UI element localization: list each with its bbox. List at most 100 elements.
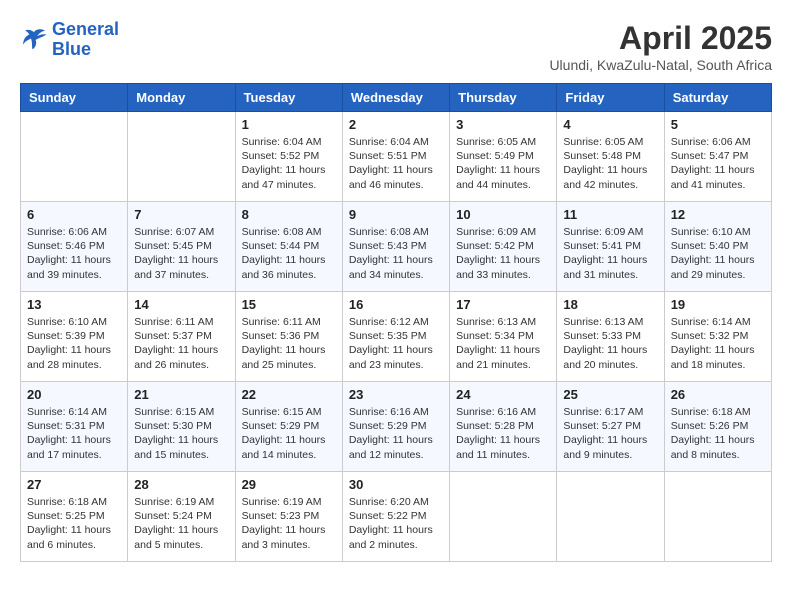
day-info: Sunrise: 6:19 AM Sunset: 5:23 PM Dayligh…	[242, 495, 336, 552]
calendar-cell: 29 Sunrise: 6:19 AM Sunset: 5:23 PM Dayli…	[235, 472, 342, 562]
header-cell-thursday: Thursday	[450, 84, 557, 112]
day-number: 25	[563, 387, 657, 402]
day-info: Sunrise: 6:11 AM Sunset: 5:36 PM Dayligh…	[242, 315, 336, 372]
calendar-cell	[450, 472, 557, 562]
calendar-cell: 11 Sunrise: 6:09 AM Sunset: 5:41 PM Dayli…	[557, 202, 664, 292]
day-number: 27	[27, 477, 121, 492]
day-number: 19	[671, 297, 765, 312]
calendar-cell: 10Sunrise: 6:09 AM Sunset: 5:42 PM Dayli…	[450, 202, 557, 292]
day-number: 2	[349, 117, 443, 132]
logo-bird-icon	[20, 26, 48, 54]
day-number: 24	[456, 387, 550, 402]
day-info: Sunrise: 6:13 AM Sunset: 5:34 PM Dayligh…	[456, 315, 550, 372]
day-number: 17	[456, 297, 550, 312]
day-number: 7	[134, 207, 228, 222]
day-info: Sunrise: 6:10 AM Sunset: 5:39 PM Dayligh…	[27, 315, 121, 372]
calendar-cell	[557, 472, 664, 562]
day-info: Sunrise: 6:15 AM Sunset: 5:30 PM Dayligh…	[134, 405, 228, 462]
day-number: 1	[242, 117, 336, 132]
day-info: Sunrise: 6:11 AM Sunset: 5:37 PM Dayligh…	[134, 315, 228, 372]
day-number: 15	[242, 297, 336, 312]
day-number: 20	[27, 387, 121, 402]
header-cell-tuesday: Tuesday	[235, 84, 342, 112]
day-number: 30	[349, 477, 443, 492]
day-number: 26	[671, 387, 765, 402]
header-row: SundayMondayTuesdayWednesdayThursdayFrid…	[21, 84, 772, 112]
calendar-cell: 20 Sunrise: 6:14 AM Sunset: 5:31 PM Dayli…	[21, 382, 128, 472]
day-info: Sunrise: 6:18 AM Sunset: 5:25 PM Dayligh…	[27, 495, 121, 552]
calendar-cell: 4Sunrise: 6:05 AM Sunset: 5:48 PM Daylig…	[557, 112, 664, 202]
calendar-body: 1Sunrise: 6:04 AM Sunset: 5:52 PM Daylig…	[21, 112, 772, 562]
day-info: Sunrise: 6:06 AM Sunset: 5:46 PM Dayligh…	[27, 225, 121, 282]
calendar-cell: 30 Sunrise: 6:20 AM Sunset: 5:22 PM Dayli…	[342, 472, 449, 562]
day-info: Sunrise: 6:14 AM Sunset: 5:31 PM Dayligh…	[27, 405, 121, 462]
day-number: 6	[27, 207, 121, 222]
header-cell-friday: Friday	[557, 84, 664, 112]
calendar-week-5: 27 Sunrise: 6:18 AM Sunset: 5:25 PM Dayli…	[21, 472, 772, 562]
calendar-table: SundayMondayTuesdayWednesdayThursdayFrid…	[20, 83, 772, 562]
calendar-cell: 14 Sunrise: 6:11 AM Sunset: 5:37 PM Dayli…	[128, 292, 235, 382]
day-info: Sunrise: 6:05 AM Sunset: 5:48 PM Dayligh…	[563, 135, 657, 192]
calendar-cell: 1Sunrise: 6:04 AM Sunset: 5:52 PM Daylig…	[235, 112, 342, 202]
day-info: Sunrise: 6:20 AM Sunset: 5:22 PM Dayligh…	[349, 495, 443, 552]
day-number: 22	[242, 387, 336, 402]
calendar-cell: 26 Sunrise: 6:18 AM Sunset: 5:26 PM Dayli…	[664, 382, 771, 472]
calendar-cell: 22 Sunrise: 6:15 AM Sunset: 5:29 PM Dayli…	[235, 382, 342, 472]
header-cell-monday: Monday	[128, 84, 235, 112]
day-number: 29	[242, 477, 336, 492]
day-number: 18	[563, 297, 657, 312]
day-info: Sunrise: 6:09 AM Sunset: 5:41 PM Dayligh…	[563, 225, 657, 282]
calendar-cell: 23 Sunrise: 6:16 AM Sunset: 5:29 PM Dayli…	[342, 382, 449, 472]
calendar-cell: 5 Sunrise: 6:06 AM Sunset: 5:47 PM Daylig…	[664, 112, 771, 202]
day-number: 23	[349, 387, 443, 402]
calendar-cell: 6 Sunrise: 6:06 AM Sunset: 5:46 PM Daylig…	[21, 202, 128, 292]
day-info: Sunrise: 6:15 AM Sunset: 5:29 PM Dayligh…	[242, 405, 336, 462]
day-info: Sunrise: 6:07 AM Sunset: 5:45 PM Dayligh…	[134, 225, 228, 282]
calendar-cell: 16Sunrise: 6:12 AM Sunset: 5:35 PM Dayli…	[342, 292, 449, 382]
header-cell-sunday: Sunday	[21, 84, 128, 112]
day-number: 21	[134, 387, 228, 402]
calendar-header: SundayMondayTuesdayWednesdayThursdayFrid…	[21, 84, 772, 112]
calendar-cell: 3 Sunrise: 6:05 AM Sunset: 5:49 PM Daylig…	[450, 112, 557, 202]
day-number: 11	[563, 207, 657, 222]
calendar-cell: 12Sunrise: 6:10 AM Sunset: 5:40 PM Dayli…	[664, 202, 771, 292]
calendar-cell: 8Sunrise: 6:08 AM Sunset: 5:44 PM Daylig…	[235, 202, 342, 292]
calendar-cell: 28Sunrise: 6:19 AM Sunset: 5:24 PM Dayli…	[128, 472, 235, 562]
calendar-week-4: 20 Sunrise: 6:14 AM Sunset: 5:31 PM Dayli…	[21, 382, 772, 472]
day-info: Sunrise: 6:05 AM Sunset: 5:49 PM Dayligh…	[456, 135, 550, 192]
day-info: Sunrise: 6:12 AM Sunset: 5:35 PM Dayligh…	[349, 315, 443, 372]
day-number: 5	[671, 117, 765, 132]
calendar-cell: 2 Sunrise: 6:04 AM Sunset: 5:51 PM Daylig…	[342, 112, 449, 202]
calendar-cell: 9Sunrise: 6:08 AM Sunset: 5:43 PM Daylig…	[342, 202, 449, 292]
day-info: Sunrise: 6:16 AM Sunset: 5:29 PM Dayligh…	[349, 405, 443, 462]
day-number: 14	[134, 297, 228, 312]
calendar-cell: 15 Sunrise: 6:11 AM Sunset: 5:36 PM Dayli…	[235, 292, 342, 382]
day-info: Sunrise: 6:17 AM Sunset: 5:27 PM Dayligh…	[563, 405, 657, 462]
day-number: 28	[134, 477, 228, 492]
header-cell-saturday: Saturday	[664, 84, 771, 112]
calendar-cell: 18 Sunrise: 6:13 AM Sunset: 5:33 PM Dayli…	[557, 292, 664, 382]
calendar-cell: 25 Sunrise: 6:17 AM Sunset: 5:27 PM Dayli…	[557, 382, 664, 472]
calendar-cell	[128, 112, 235, 202]
logo-text: General Blue	[52, 20, 119, 60]
calendar-cell: 7 Sunrise: 6:07 AM Sunset: 5:45 PM Daylig…	[128, 202, 235, 292]
header-cell-wednesday: Wednesday	[342, 84, 449, 112]
day-number: 10	[456, 207, 550, 222]
day-info: Sunrise: 6:10 AM Sunset: 5:40 PM Dayligh…	[671, 225, 765, 282]
calendar-cell: 13Sunrise: 6:10 AM Sunset: 5:39 PM Dayli…	[21, 292, 128, 382]
calendar-cell: 19Sunrise: 6:14 AM Sunset: 5:32 PM Dayli…	[664, 292, 771, 382]
calendar-cell	[664, 472, 771, 562]
day-number: 8	[242, 207, 336, 222]
logo: General Blue	[20, 20, 119, 60]
location-text: Ulundi, KwaZulu-Natal, South Africa	[549, 57, 772, 73]
day-info: Sunrise: 6:08 AM Sunset: 5:43 PM Dayligh…	[349, 225, 443, 282]
day-number: 3	[456, 117, 550, 132]
calendar-cell: 27 Sunrise: 6:18 AM Sunset: 5:25 PM Dayli…	[21, 472, 128, 562]
day-info: Sunrise: 6:18 AM Sunset: 5:26 PM Dayligh…	[671, 405, 765, 462]
day-info: Sunrise: 6:04 AM Sunset: 5:51 PM Dayligh…	[349, 135, 443, 192]
page-header: General Blue April 2025 Ulundi, KwaZulu-…	[20, 20, 772, 73]
day-info: Sunrise: 6:13 AM Sunset: 5:33 PM Dayligh…	[563, 315, 657, 372]
day-info: Sunrise: 6:16 AM Sunset: 5:28 PM Dayligh…	[456, 405, 550, 462]
day-info: Sunrise: 6:06 AM Sunset: 5:47 PM Dayligh…	[671, 135, 765, 192]
calendar-week-1: 1Sunrise: 6:04 AM Sunset: 5:52 PM Daylig…	[21, 112, 772, 202]
